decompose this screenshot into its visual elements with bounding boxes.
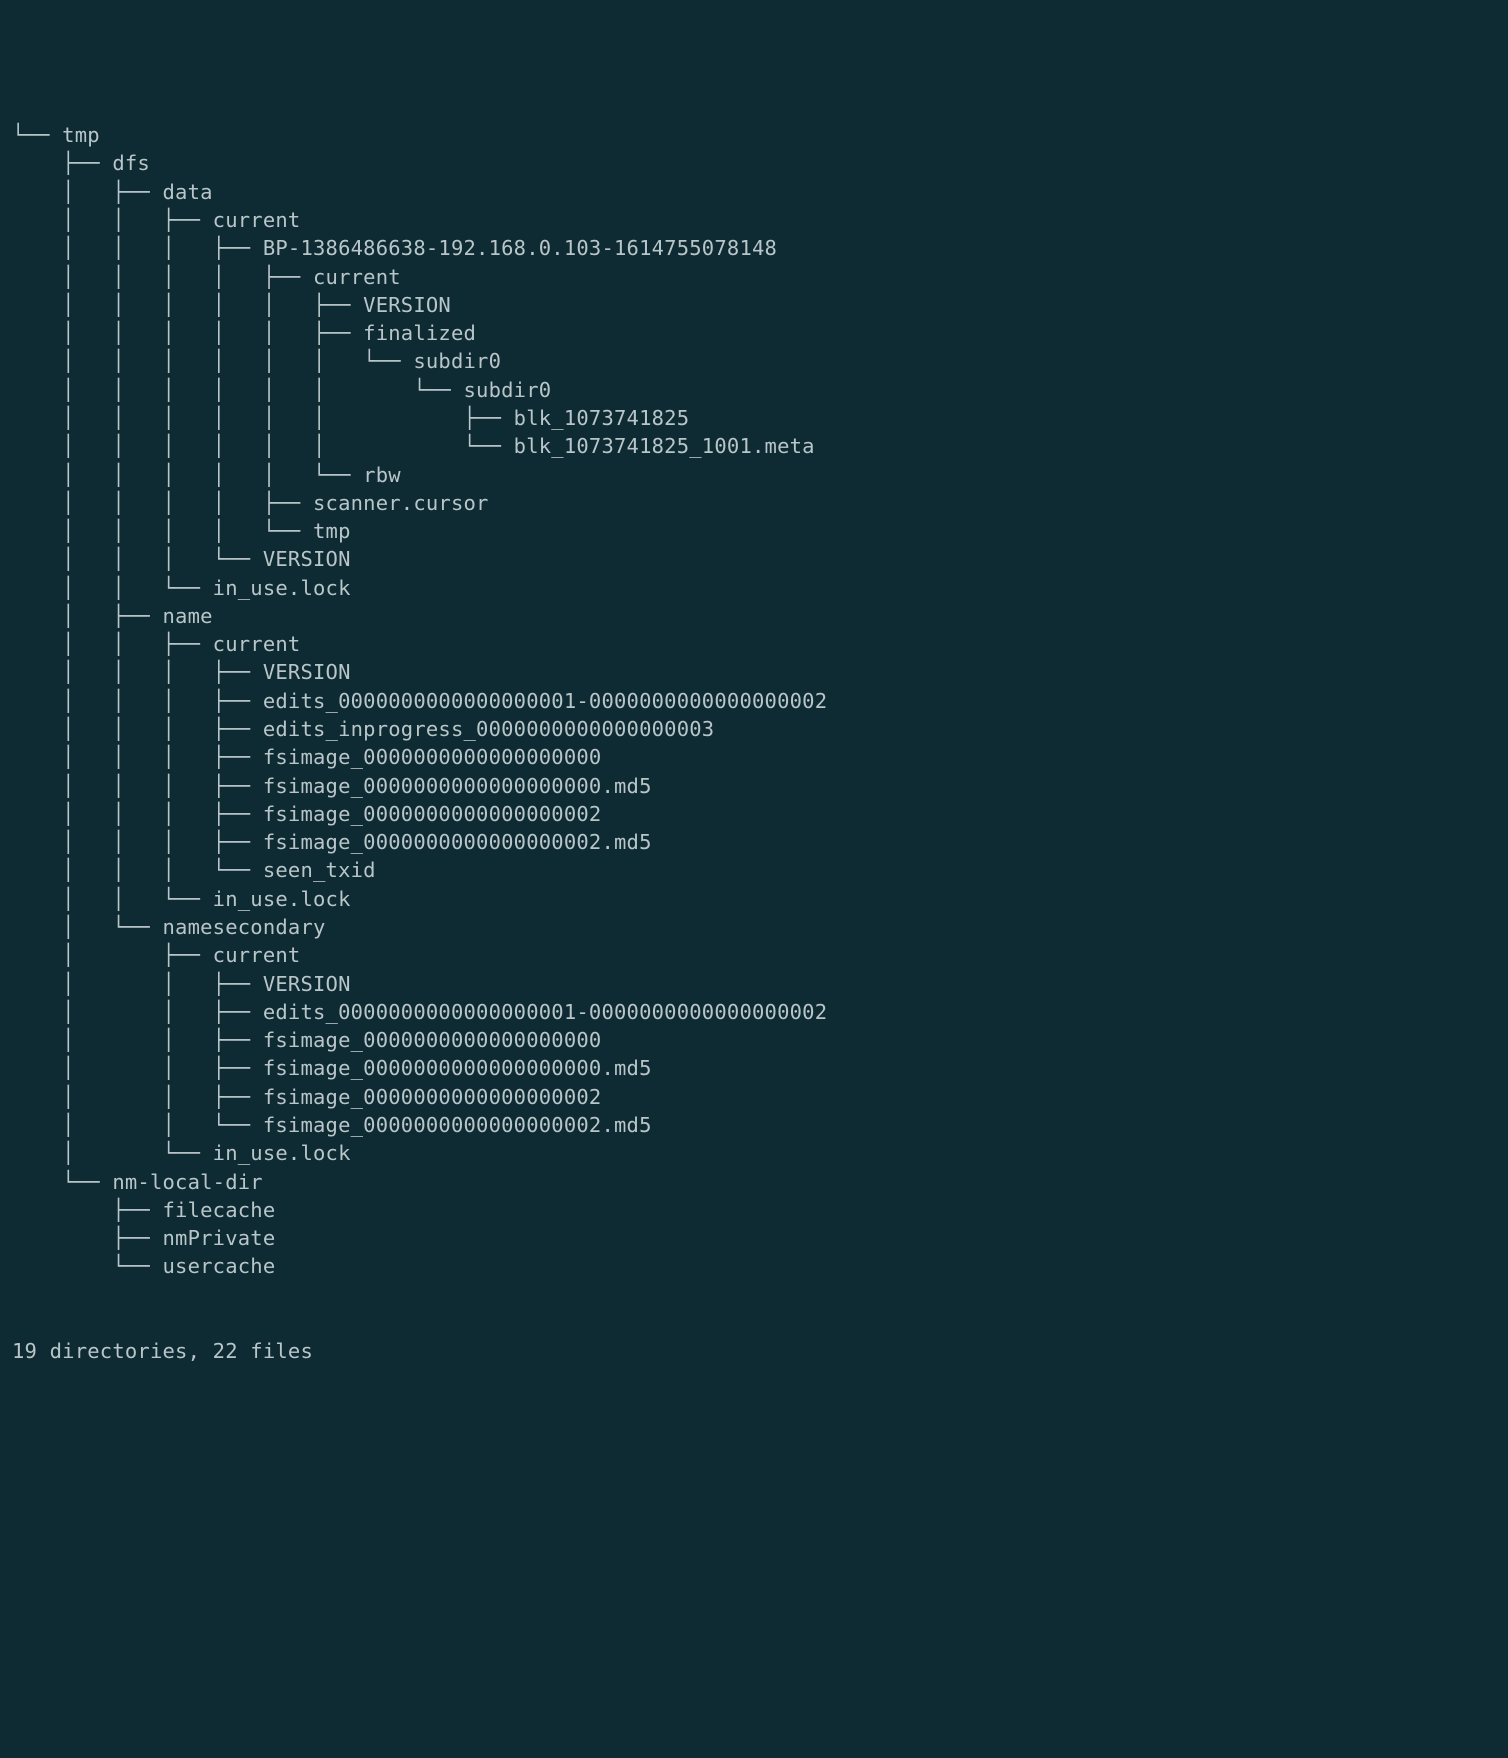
tree-line: │ │ ├── fsimage_0000000000000000002 [12,1083,1496,1111]
tree-line: │ │ │ ├── fsimage_0000000000000000002 [12,800,1496,828]
tree-line: │ │ │ ├── edits_0000000000000000001-0000… [12,687,1496,715]
tree-line: │ │ │ │ ├── scanner.cursor [12,489,1496,517]
tree-line: ├── nmPrivate [12,1224,1496,1252]
tree-line: │ │ │ │ │ │ └── subdir0 [12,347,1496,375]
tree-line: │ │ └── in_use.lock [12,574,1496,602]
tree-line: │ │ └── in_use.lock [12,885,1496,913]
tree-line: │ │ ├── VERSION [12,970,1496,998]
tree-line: │ │ │ │ └── tmp [12,517,1496,545]
tree-line: │ │ │ │ │ └── rbw [12,461,1496,489]
tree-line: │ │ │ ├── edits_inprogress_0000000000000… [12,715,1496,743]
tree-line: │ │ │ ├── VERSION [12,658,1496,686]
tree-line: │ │ │ │ │ │ ├── blk_1073741825 [12,404,1496,432]
tree-line: │ ├── current [12,941,1496,969]
tree-line: │ │ ├── fsimage_0000000000000000000 [12,1026,1496,1054]
tree-summary: 19 directories, 22 files [12,1337,1496,1365]
tree-line: ├── dfs [12,149,1496,177]
tree-line: │ │ │ └── VERSION [12,545,1496,573]
tree-line: │ │ │ │ │ │ └── subdir0 [12,376,1496,404]
tree-line: │ │ ├── edits_0000000000000000001-000000… [12,998,1496,1026]
tree-line: │ │ │ ├── fsimage_0000000000000000000 [12,743,1496,771]
tree-line: │ │ │ ├── fsimage_0000000000000000002.md… [12,828,1496,856]
tree-line: │ │ │ └── seen_txid [12,856,1496,884]
tree-line: │ │ ├── current [12,630,1496,658]
tree-line: │ ├── name [12,602,1496,630]
tree-line: │ │ │ │ │ │ └── blk_1073741825_1001.meta [12,432,1496,460]
tree-line: │ │ └── fsimage_0000000000000000002.md5 [12,1111,1496,1139]
tree-line: │ ├── data [12,178,1496,206]
tree-line: │ │ ├── fsimage_0000000000000000000.md5 [12,1054,1496,1082]
tree-line: └── tmp [12,121,1496,149]
tree-line: │ │ │ ├── BP-1386486638-192.168.0.103-16… [12,234,1496,262]
tree-line: │ └── namesecondary [12,913,1496,941]
tree-line: │ │ │ │ │ ├── VERSION [12,291,1496,319]
tree-line: └── usercache [12,1252,1496,1280]
tree-output: └── tmp ├── dfs │ ├── data │ │ ├── curre… [12,121,1496,1281]
tree-line: │ │ │ ├── fsimage_0000000000000000000.md… [12,772,1496,800]
tree-line: │ │ ├── current [12,206,1496,234]
tree-line: └── nm-local-dir [12,1168,1496,1196]
tree-line: ├── filecache [12,1196,1496,1224]
tree-line: │ │ │ │ │ ├── finalized [12,319,1496,347]
tree-line: │ └── in_use.lock [12,1139,1496,1167]
tree-line: │ │ │ │ ├── current [12,263,1496,291]
